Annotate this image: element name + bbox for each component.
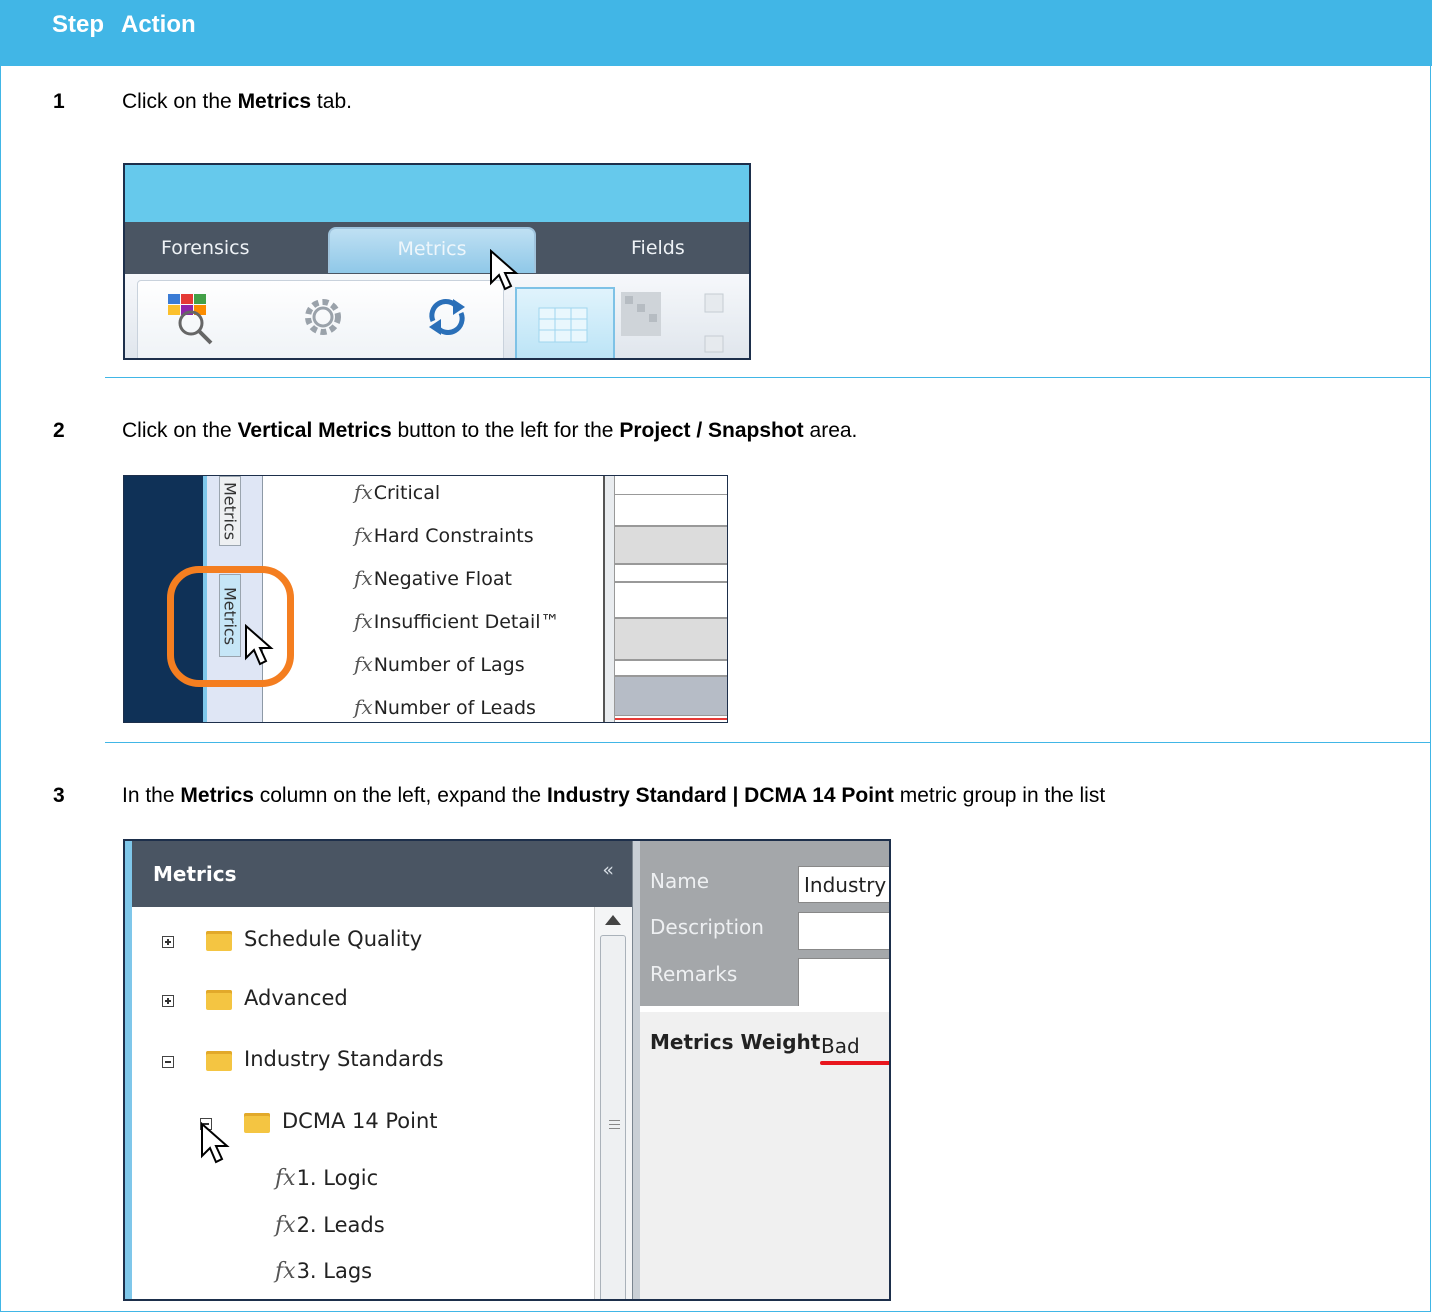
weight-indicator-bar bbox=[820, 1061, 889, 1065]
list-item[interactable]: fxNumber of Leads bbox=[354, 695, 536, 719]
folder-icon bbox=[206, 990, 232, 1010]
gantt-row bbox=[615, 676, 727, 716]
function-icon: fx bbox=[354, 480, 373, 504]
pane-splitter[interactable] bbox=[632, 841, 640, 1299]
gantt-row bbox=[615, 564, 727, 582]
folder-icon bbox=[206, 931, 232, 951]
expand-icon[interactable] bbox=[162, 936, 174, 948]
metrics-analysis-icon[interactable] bbox=[168, 294, 213, 345]
function-icon: fx bbox=[354, 609, 373, 633]
table-header: Step Action bbox=[0, 0, 1432, 66]
function-icon: fx bbox=[354, 652, 373, 676]
name-label: Name bbox=[650, 869, 710, 893]
tree-node-dcma-14-point[interactable]: DCMA 14 Point bbox=[282, 1109, 438, 1133]
properties-panel: Name Industry Description Remarks bbox=[640, 841, 889, 1028]
gear-icon[interactable] bbox=[305, 299, 341, 335]
step-instruction: In the Metrics column on the left, expan… bbox=[122, 784, 1106, 807]
step-number: 1 bbox=[53, 90, 65, 113]
list-item[interactable]: fxInsufficient Detail™ bbox=[354, 609, 560, 633]
tree-scrollbar[interactable] bbox=[594, 907, 632, 1299]
expand-icon[interactable] bbox=[162, 995, 174, 1007]
step-column-header: Step bbox=[52, 11, 105, 38]
metrics-tree bbox=[132, 907, 594, 1299]
scroll-up-icon[interactable] bbox=[605, 915, 621, 925]
pane-splitter[interactable] bbox=[603, 476, 615, 722]
screenshot-vertical-metrics: Metrics Metrics fxCritical fxHard Constr… bbox=[123, 475, 728, 723]
screenshot-metrics-tree: Metrics « Schedule Quality Advanced Indu… bbox=[123, 839, 891, 1301]
gantt-row bbox=[615, 582, 727, 618]
tab-forensics[interactable]: Forensics bbox=[161, 237, 250, 259]
metrics-weight-panel: Metrics Weight Bad bbox=[640, 1006, 889, 1299]
name-field[interactable]: Industry bbox=[798, 866, 889, 903]
bold-term: Industry Standard | DCMA 14 Point bbox=[546, 784, 894, 807]
tree-node-industry-standards[interactable]: Industry Standards bbox=[244, 1047, 444, 1071]
gantt-row bbox=[615, 494, 727, 526]
description-label: Description bbox=[650, 915, 764, 939]
metrics-weight-value[interactable]: Bad bbox=[821, 1034, 860, 1058]
metrics-weight-label: Metrics Weight bbox=[650, 1030, 821, 1054]
panel-title: Metrics bbox=[153, 862, 237, 886]
function-icon: fx bbox=[275, 1259, 296, 1284]
function-icon: fx bbox=[354, 695, 373, 719]
folder-icon bbox=[244, 1113, 270, 1133]
step-number: 3 bbox=[53, 784, 65, 807]
metrics-panel-header: Metrics « bbox=[132, 841, 632, 907]
toolbar-icons bbox=[168, 292, 724, 353]
function-icon: fx bbox=[275, 1166, 296, 1191]
gantt-row bbox=[615, 526, 727, 564]
tab-fields[interactable]: Fields bbox=[631, 237, 685, 259]
heatmap-icon[interactable] bbox=[621, 292, 724, 353]
tree-leaf[interactable]: fx2. Leads bbox=[275, 1213, 385, 1238]
folder-icon bbox=[206, 1051, 232, 1071]
step-number: 2 bbox=[53, 419, 65, 442]
list-item[interactable]: fxCritical bbox=[354, 480, 440, 504]
step-instruction: Click on the Vertical Metrics button to … bbox=[122, 419, 858, 442]
tree-node-schedule-quality[interactable]: Schedule Quality bbox=[244, 927, 422, 951]
mouse-cursor-icon bbox=[490, 249, 519, 291]
scrollbar-thumb[interactable] bbox=[600, 935, 626, 1299]
tree-leaf[interactable]: fx1. Logic bbox=[275, 1166, 378, 1191]
procedure-table: Step Action 1 Click on the Metrics tab. … bbox=[0, 0, 1432, 1312]
step-instruction: Click on the Metrics tab. bbox=[122, 90, 352, 113]
function-icon: fx bbox=[354, 523, 373, 547]
screenshot-metrics-tab: Forensics Metrics Fields bbox=[123, 163, 751, 360]
ribbon-title-band bbox=[125, 165, 749, 222]
list-item[interactable]: fxHard Constraints bbox=[354, 523, 534, 547]
tree-leaf[interactable]: fx3. Lags bbox=[275, 1259, 372, 1284]
list-item[interactable]: fxNumber of Lags bbox=[354, 652, 525, 676]
mouse-cursor-icon bbox=[201, 1122, 230, 1164]
metrics-list: fxCritical fxHard Constraints fxNegative… bbox=[263, 476, 603, 722]
description-field[interactable] bbox=[798, 912, 889, 950]
bold-term: Metrics bbox=[237, 90, 312, 113]
collapse-panel-icon[interactable]: « bbox=[602, 859, 614, 881]
bold-term: Metrics bbox=[180, 784, 254, 807]
vertical-tab-metrics[interactable]: Metrics bbox=[219, 476, 241, 546]
bold-term: Vertical Metrics bbox=[237, 419, 392, 442]
bold-term: Project / Snapshot bbox=[619, 419, 804, 442]
gantt-row bbox=[615, 660, 727, 676]
refresh-icon[interactable] bbox=[429, 299, 465, 335]
collapse-icon[interactable] bbox=[162, 1056, 174, 1068]
function-icon: fx bbox=[354, 566, 373, 590]
list-item[interactable]: fxNegative Float bbox=[354, 566, 512, 590]
tree-node-advanced[interactable]: Advanced bbox=[244, 986, 348, 1010]
function-icon: fx bbox=[275, 1213, 296, 1238]
grid-icon bbox=[538, 307, 588, 343]
action-column-header: Action bbox=[121, 11, 196, 38]
mouse-cursor-icon bbox=[245, 624, 274, 666]
remarks-label: Remarks bbox=[650, 962, 738, 986]
highlight-circle bbox=[167, 566, 294, 687]
gantt-row bbox=[615, 618, 727, 660]
